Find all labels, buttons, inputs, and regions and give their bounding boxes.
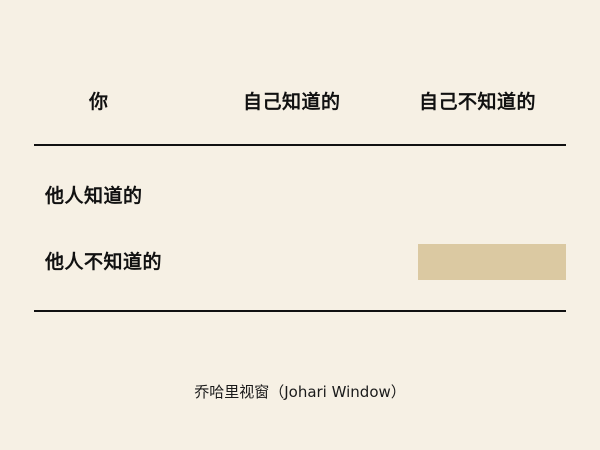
row-header-others-unknown: 他人不知道的 — [45, 251, 163, 273]
column-header-self-unknown: 自己不知道的 — [419, 91, 537, 113]
corner-label: 你 — [89, 91, 109, 113]
column-header-self-known: 自己知道的 — [243, 91, 341, 113]
row-header-others-known: 他人知道的 — [45, 185, 143, 207]
table-bottom-rule — [34, 310, 566, 312]
header-divider — [34, 144, 566, 146]
figure-caption: 乔哈里视窗（Johari Window） — [194, 383, 406, 401]
unknown-quadrant-highlight — [418, 244, 566, 280]
